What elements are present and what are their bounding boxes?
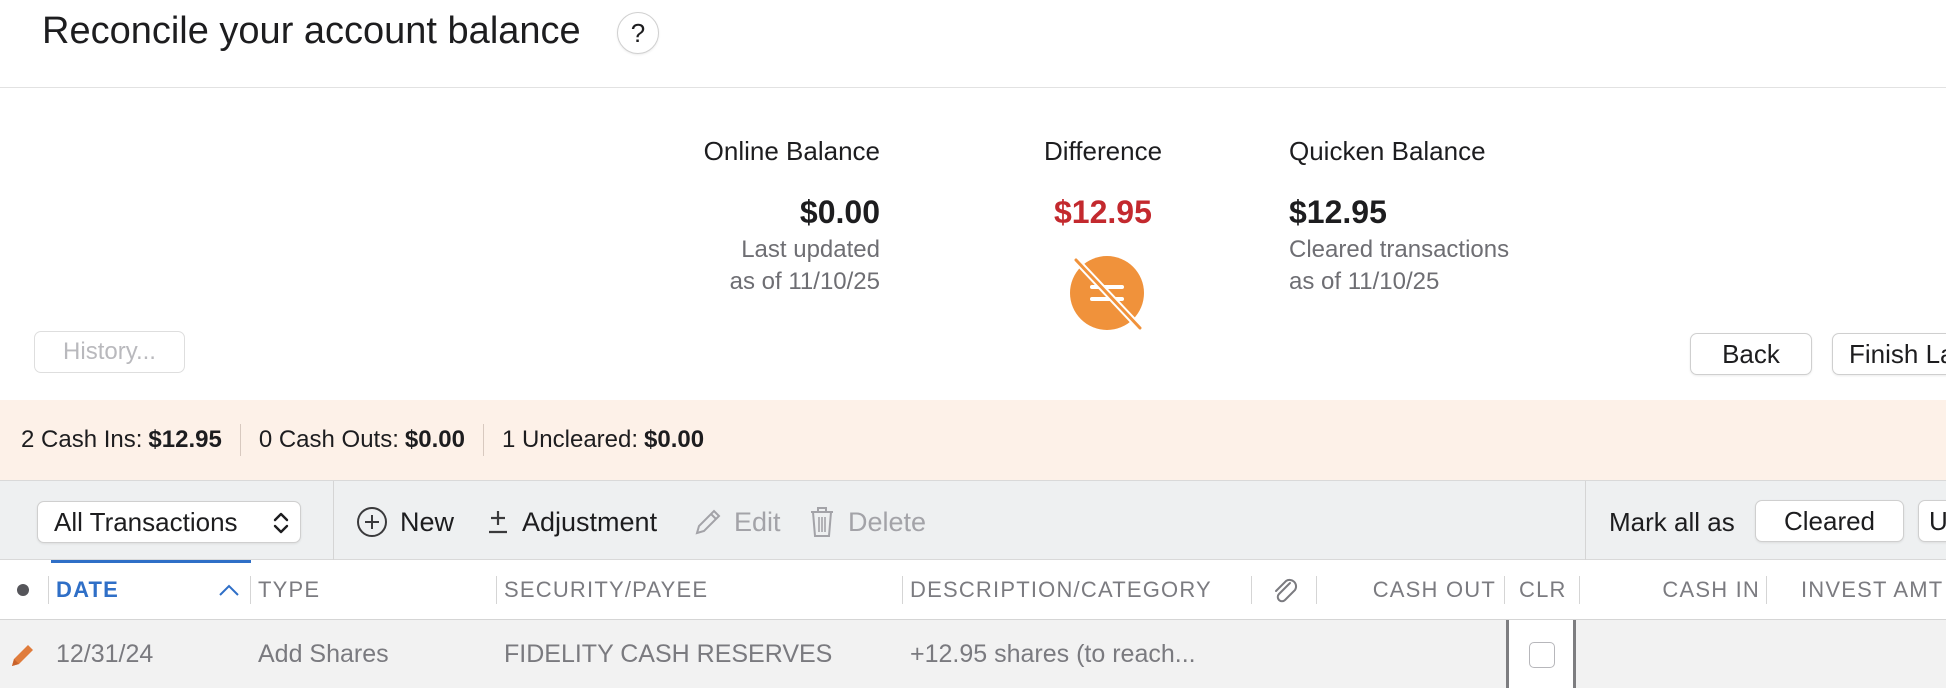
status-dot-icon (17, 584, 29, 596)
quicken-balance-label: Quicken Balance (1289, 136, 1486, 166)
row-date: 12/31/24 (56, 639, 154, 668)
cleared-stats-bar: 2 Cash Ins: $12.95 0 Cash Outs: $0.00 1 Un… (0, 400, 1946, 480)
row-clr-cell (1506, 620, 1576, 688)
column-divider (1766, 576, 1767, 604)
help-button[interactable]: ? (617, 12, 659, 54)
column-divider (1504, 576, 1505, 604)
column-header-cash-out[interactable]: CASH OUT (1324, 560, 1496, 620)
online-balance-date: as of 11/10/25 (729, 268, 880, 295)
finish-later-button[interactable]: Finish La (1832, 333, 1946, 375)
quicken-balance-value: $12.95 (1289, 194, 1387, 230)
cash-outs-value: $0.00 (404, 426, 465, 453)
filter-select-value: All Transactions (54, 506, 238, 537)
adjustment-label: Adjustment (522, 506, 658, 537)
difference-value: $12.95 (1054, 194, 1152, 230)
edit-label: Edit (734, 506, 781, 537)
clr-checkbox[interactable] (1529, 642, 1555, 668)
delete-button[interactable]: Delete (808, 501, 926, 543)
register-column-header: DATE TYPE SECURITY/PAYEE DESCRIPTION/CAT… (0, 560, 1946, 620)
column-header-security-payee[interactable]: SECURITY/PAYEE (504, 560, 708, 620)
adjustment-button[interactable]: Adjustment (486, 501, 657, 543)
online-balance-value: $0.00 (799, 194, 880, 230)
trash-icon (811, 507, 833, 537)
row-security-payee: FIDELITY CASH RESERVES (504, 639, 833, 668)
mark-all-cleared-button[interactable]: Cleared (1755, 500, 1904, 542)
column-divider (1251, 576, 1252, 604)
plus-minus-icon (489, 511, 507, 534)
column-header-type[interactable]: TYPE (258, 560, 320, 620)
column-divider (902, 576, 903, 604)
column-header-date[interactable]: DATE (56, 560, 119, 620)
history-button[interactable]: History... (34, 331, 185, 373)
transactions-toolbar: All Transactions New Adjustment Edit Del… (0, 480, 1946, 561)
toolbar-divider (333, 481, 334, 561)
uncleared-value: $0.00 (644, 426, 705, 453)
page-title: Reconcile your account balance (42, 10, 581, 52)
mark-all-label: Mark all as (1609, 506, 1735, 537)
sort-ascending-icon[interactable] (218, 582, 240, 598)
back-button[interactable]: Back (1690, 333, 1812, 375)
balance-summary: Online Balance $0.00 Last updated as of … (0, 88, 1946, 400)
table-row[interactable]: 12/31/24 Add Shares FIDELITY CASH RESERV… (0, 620, 1946, 688)
column-divider (496, 576, 497, 604)
column-header-cash-in[interactable]: CASH IN (1587, 560, 1760, 620)
uncleared-label: 1 Uncleared: (501, 426, 639, 453)
online-balance-updated: Last updated (741, 236, 880, 263)
transaction-filter-select[interactable]: All Transactions (37, 501, 301, 543)
column-header-clr[interactable]: CLR (1519, 560, 1567, 620)
column-divider (250, 576, 251, 604)
plus-circle-icon (357, 507, 387, 537)
stat-divider (239, 424, 241, 456)
uncleared-stat: 1 Uncleared: $0.00 (502, 426, 722, 454)
cash-ins-stat: 2 Cash Ins: $12.95 (0, 426, 240, 454)
pencil-icon (695, 509, 721, 535)
row-type: Add Shares (258, 639, 389, 668)
mark-all-uncleared-button[interactable]: U (1918, 500, 1946, 542)
cash-outs-label: 0 Cash Outs: (258, 426, 399, 453)
column-divider (1316, 576, 1317, 604)
stat-divider (482, 424, 484, 456)
online-balance-label: Online Balance (703, 136, 880, 166)
updown-chevron-icon (273, 512, 289, 534)
quicken-balance-date: as of 11/10/25 (1289, 268, 1440, 295)
column-header-invest-amt[interactable]: INVEST AMT (1801, 560, 1943, 620)
column-divider (1579, 576, 1580, 604)
cash-outs-stat: 0 Cash Outs: $0.00 (259, 426, 483, 454)
toolbar-divider (1585, 481, 1586, 561)
quicken-balance-cleared: Cleared transactions (1289, 236, 1510, 263)
column-header-description-category[interactable]: DESCRIPTION/CATEGORY (910, 560, 1212, 620)
cash-ins-label: 2 Cash Ins: (21, 426, 143, 453)
difference-label: Difference (1044, 136, 1163, 166)
pencil-edit-icon[interactable] (8, 640, 38, 670)
new-transaction-button[interactable]: New (356, 501, 454, 543)
edit-button[interactable]: Edit (692, 501, 781, 543)
cash-ins-value: $12.95 (148, 426, 222, 453)
column-divider (48, 576, 49, 604)
paperclip-icon[interactable] (1270, 576, 1300, 606)
page-header: Reconcile your account balance ? (0, 0, 1946, 88)
delete-label: Delete (848, 506, 927, 537)
new-label: New (400, 506, 455, 537)
not-equal-icon (1070, 256, 1144, 330)
row-description: +12.95 shares (to reach... (910, 639, 1196, 668)
